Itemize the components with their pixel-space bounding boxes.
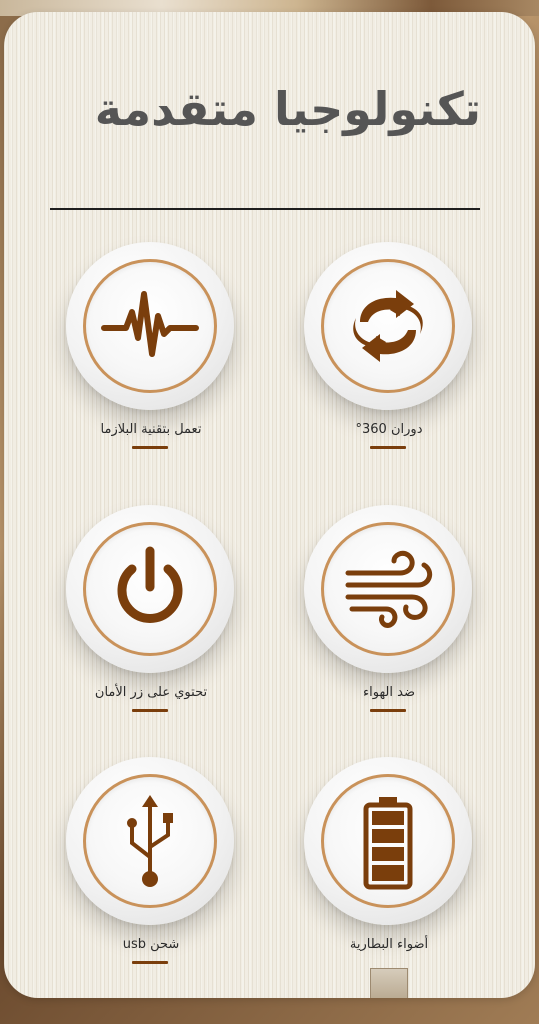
rotate-360-icon bbox=[353, 290, 423, 362]
feature-label: دوران 360° bbox=[355, 422, 423, 437]
power-icon bbox=[117, 546, 183, 623]
feature-plasma: تعمل بتقنية البلازما bbox=[46, 242, 256, 452]
label-underline bbox=[370, 709, 406, 712]
battery-icon bbox=[363, 797, 413, 890]
feature-label: تعمل بتقنية البلازما bbox=[100, 422, 202, 437]
feature-badge bbox=[66, 242, 234, 410]
feature-usb-charging: شحن usb bbox=[46, 757, 256, 967]
feature-badge bbox=[66, 757, 234, 925]
feature-badge bbox=[304, 505, 472, 673]
label-underline bbox=[132, 961, 168, 964]
feature-rotation: دوران 360° bbox=[284, 242, 494, 452]
title-divider bbox=[50, 208, 480, 210]
pulse-wave-icon bbox=[101, 291, 199, 357]
feature-badge bbox=[66, 505, 234, 673]
feature-card: تكنولوجيا متقدمة دوران 360° تعمل بتقنية … bbox=[4, 12, 535, 998]
usb-icon bbox=[127, 795, 173, 887]
feature-safety-button: تحتوي على زر الأمان bbox=[46, 505, 256, 715]
feature-badge bbox=[304, 757, 472, 925]
label-underline bbox=[370, 446, 406, 449]
label-underline bbox=[132, 446, 168, 449]
wind-icon bbox=[345, 550, 433, 628]
product-thumbnail bbox=[370, 968, 408, 998]
feature-label: أضواء البطارية bbox=[349, 937, 429, 952]
feature-label: شحن usb bbox=[122, 937, 180, 952]
feature-label: ضد الهواء bbox=[363, 685, 415, 700]
feature-battery-lights: أضواء البطارية bbox=[284, 757, 494, 967]
feature-label: تحتوي على زر الأمان bbox=[94, 685, 208, 700]
feature-badge bbox=[304, 242, 472, 410]
label-underline bbox=[132, 709, 168, 712]
feature-anti-wind: ضد الهواء bbox=[284, 505, 494, 715]
page-title: تكنولوجيا متقدمة bbox=[94, 82, 481, 136]
